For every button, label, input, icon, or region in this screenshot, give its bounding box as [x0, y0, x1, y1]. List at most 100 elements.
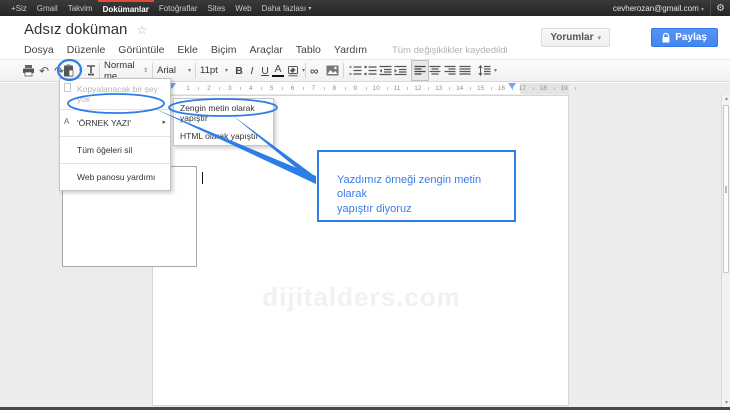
align-left-button[interactable]: [411, 60, 429, 81]
ruler-tick: [366, 87, 367, 90]
share-button[interactable]: Paylaş: [651, 28, 718, 47]
ruler-number: 1: [186, 85, 190, 92]
ruler-tick: [533, 87, 534, 90]
clipboard-icon: [63, 64, 74, 77]
ruler-tick: [303, 87, 304, 90]
menu-insert[interactable]: Ekle: [177, 44, 197, 56]
document-title-row: Adsız doküman ☆: [24, 21, 147, 38]
italic-button[interactable]: I: [246, 60, 258, 81]
menu-item-paste-rich-text[interactable]: Zengin metin olarak yapıştır: [174, 99, 273, 127]
menu-edit[interactable]: Düzenle: [67, 44, 106, 56]
align-center-button[interactable]: [429, 60, 441, 81]
text-color-button[interactable]: A: [272, 60, 284, 81]
ruler-tick: [198, 87, 199, 90]
link-gmail[interactable]: Gmail: [32, 0, 63, 16]
insert-link-button[interactable]: ∞: [310, 60, 319, 81]
menu-item-label: Zengin metin olarak yapıştır: [180, 103, 255, 123]
ruler-number: 10: [372, 85, 379, 92]
chevron-down-icon: ▾: [79, 67, 82, 74]
link-more[interactable]: Daha fazlası ▾: [257, 0, 317, 16]
menu-item-clear-all[interactable]: Tüm öğeleri sil: [60, 137, 170, 163]
ruler-tick: [345, 87, 346, 90]
link-icon: ∞: [310, 64, 319, 78]
menu-bar: Dosya Düzenle Görüntüle Ekle Biçim Araçl…: [24, 44, 508, 56]
ruler-number: 8: [332, 85, 336, 92]
toolbar-separator: [152, 63, 153, 78]
star-icon[interactable]: ☆: [137, 23, 148, 37]
decrease-indent-button[interactable]: [379, 60, 392, 81]
bulleted-list-icon: [364, 65, 377, 76]
highlight-color-button[interactable]: ▾: [287, 60, 305, 81]
font-size-select[interactable]: 11pt ▾: [200, 60, 228, 81]
font-size-value: 11pt: [200, 65, 218, 76]
numbered-list-button[interactable]: [349, 60, 362, 81]
link-calendar[interactable]: Takvim: [63, 0, 98, 16]
menu-view[interactable]: Görüntüle: [118, 44, 164, 56]
print-button[interactable]: [22, 60, 35, 81]
scrollbar-down-arrow[interactable]: ▼: [723, 400, 730, 406]
comments-button-label: Yorumlar: [550, 32, 593, 43]
undo-button[interactable]: ↶: [39, 60, 49, 81]
ruler-number: 15: [477, 85, 484, 92]
underline-button[interactable]: U: [259, 60, 271, 81]
clipboard-outline-icon: [64, 83, 71, 92]
highlight-icon: [287, 65, 299, 77]
link-web[interactable]: Web: [230, 0, 256, 16]
link-photos[interactable]: Fotoğraflar: [154, 0, 203, 16]
menu-item-label: HTML olarak yapıştır: [180, 131, 259, 141]
image-icon: [326, 65, 339, 76]
comments-button[interactable]: Yorumlar ▾: [541, 28, 610, 47]
ruler-tick: [554, 87, 555, 90]
ruler-number: 5: [270, 85, 274, 92]
chevron-down-icon: ▾: [225, 67, 228, 74]
menu-item-clipboard-help[interactable]: Web panosu yardımı: [60, 164, 170, 190]
menu-item-paste-html[interactable]: HTML olarak yapıştır: [174, 127, 273, 145]
link-plus-you[interactable]: +Siz: [6, 0, 32, 16]
increase-indent-button[interactable]: [394, 60, 407, 81]
align-right-button[interactable]: [444, 60, 456, 81]
bold-button[interactable]: B: [233, 60, 245, 81]
italic-label: I: [246, 65, 258, 77]
menu-tools[interactable]: Araçlar: [250, 44, 283, 56]
bold-label: B: [233, 65, 245, 77]
bulleted-list-button[interactable]: [364, 60, 377, 81]
menu-file[interactable]: Dosya: [24, 44, 54, 56]
ruler-tick: [219, 87, 220, 90]
ruler-tick: [470, 87, 471, 90]
chevron-down-icon: ▾: [308, 5, 311, 12]
annotation-callout: Yazdımız örneği zengin metin olarak yapı…: [317, 150, 516, 222]
menu-format[interactable]: Biçim: [211, 44, 237, 56]
menu-help[interactable]: Yardım: [334, 44, 367, 56]
document-title[interactable]: Adsız doküman: [24, 21, 127, 38]
link-sites[interactable]: Sites: [203, 0, 231, 16]
ruler-number: 9: [353, 85, 357, 92]
link-documents-active[interactable]: Dokümanlar: [98, 0, 154, 16]
gear-icon: ⚙: [716, 3, 725, 14]
menu-item-label: Web panosu yardımı: [77, 172, 155, 182]
scrollbar-thumb[interactable]: [723, 105, 729, 273]
line-spacing-icon: [478, 65, 491, 76]
ruler-number: 4: [249, 85, 253, 92]
menu-table[interactable]: Tablo: [296, 44, 321, 56]
ruler-tick: [428, 87, 429, 90]
underline-label: U: [259, 65, 271, 77]
vertical-scrollbar[interactable]: ▲ ▼: [721, 95, 730, 407]
undo-icon: ↶: [39, 64, 49, 78]
ruler-number: 12: [414, 85, 421, 92]
ruler-tick: [324, 87, 325, 90]
ruler-number: 2: [207, 85, 211, 92]
web-clipboard-menu: Kopyalanacak bir şey yok A 'ÖRNEK YAZI' …: [59, 78, 171, 191]
scrollbar-up-arrow[interactable]: ▲: [723, 96, 730, 102]
align-left-icon: [414, 65, 426, 76]
save-status-text: Tüm değişiklikler kaydedildi: [392, 45, 508, 56]
menu-item-ornek-yazi[interactable]: A 'ÖRNEK YAZI' ▸: [60, 110, 170, 136]
line-spacing-button[interactable]: ▾: [478, 60, 497, 81]
right-indent-marker[interactable]: [508, 83, 516, 89]
watermark-text: dijitalders.com: [153, 282, 570, 313]
account-email-menu[interactable]: cevherozan@gmail.com ▾: [607, 4, 710, 13]
insert-image-button[interactable]: [326, 60, 339, 81]
google-black-bar: +Siz Gmail Takvim Dokümanlar Fotoğraflar…: [0, 0, 730, 16]
align-justify-button[interactable]: [459, 60, 471, 81]
settings-gear-button[interactable]: ⚙: [710, 0, 730, 16]
google-services-links: +Siz Gmail Takvim Dokümanlar Fotoğraflar…: [0, 0, 316, 16]
